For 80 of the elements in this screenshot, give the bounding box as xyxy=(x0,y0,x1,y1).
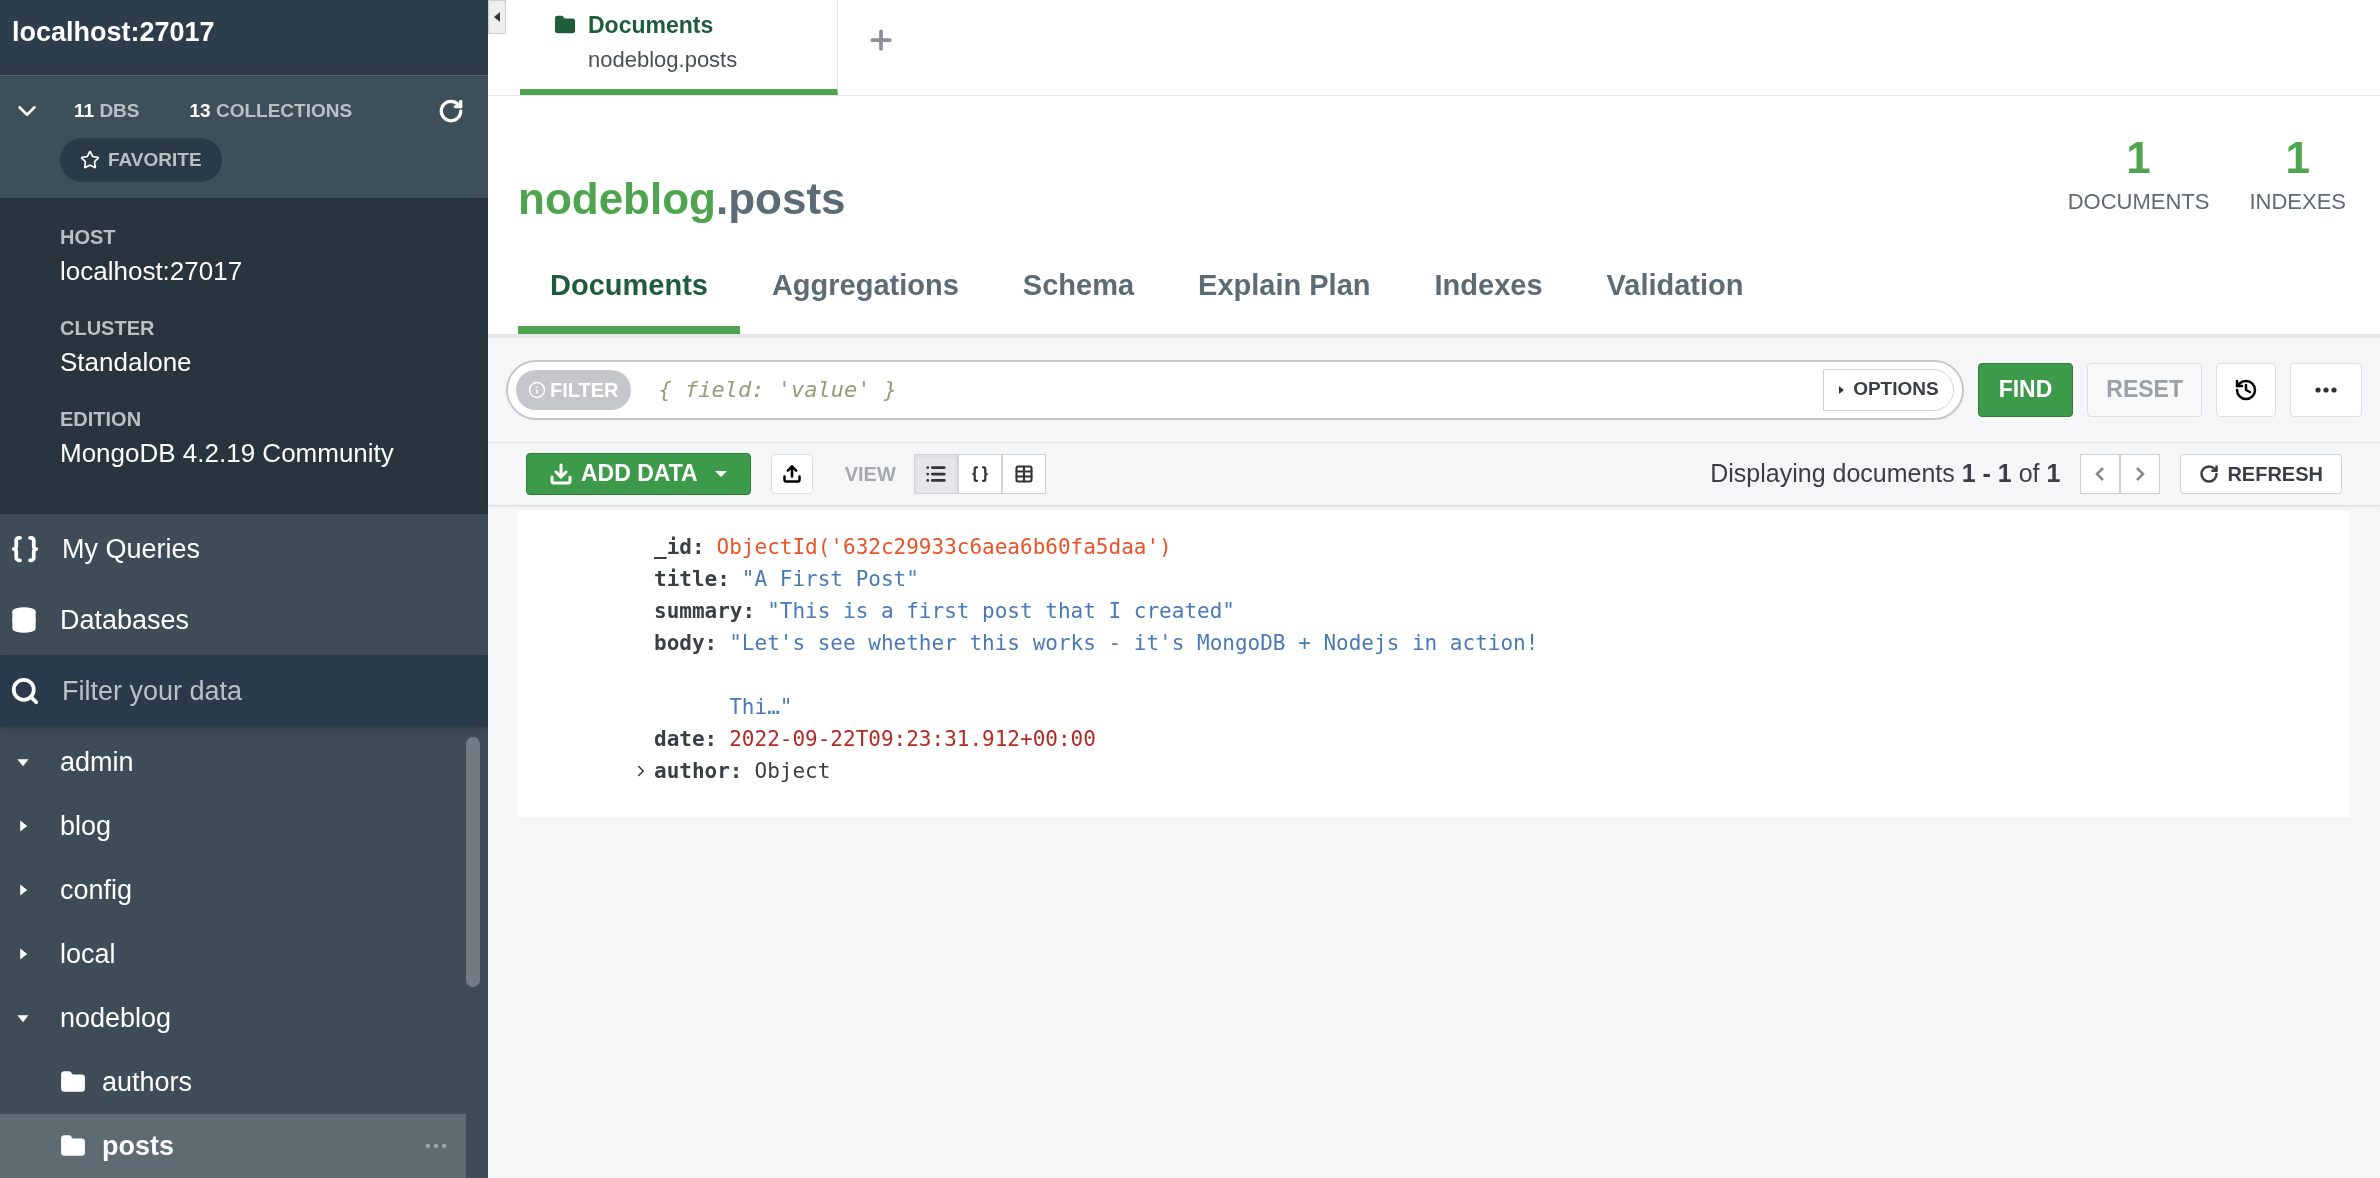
pagination-status: Displaying documents 1 - 1 of 1 xyxy=(1710,457,2061,489)
database-icon xyxy=(10,605,38,634)
field-key: summary: xyxy=(654,594,756,627)
upload-icon xyxy=(781,463,802,484)
braces-icon xyxy=(10,534,40,565)
field-key: date: xyxy=(654,722,718,755)
stat-label: 13 COLLECTIONS xyxy=(189,98,353,123)
collection-tab[interactable]: Explain Plan xyxy=(1166,254,1403,334)
field-value: Object xyxy=(754,757,831,785)
stat-label: DOCUMENTS xyxy=(2067,188,2210,216)
refresh-icon[interactable] xyxy=(438,97,464,124)
info-label: EDITION xyxy=(60,406,143,432)
field-value: ObjectId('632c29933c6aea6b60fa5daa') xyxy=(716,533,1172,561)
download-icon xyxy=(549,461,573,486)
stat-label: 11 DBS xyxy=(74,98,140,123)
nav-item[interactable]: Databases xyxy=(0,584,488,656)
info-icon xyxy=(528,380,546,399)
history-button[interactable] xyxy=(2216,362,2276,417)
filter-label: FILTER xyxy=(516,369,631,410)
table-icon xyxy=(1013,463,1034,484)
collapse-sidebar-button[interactable] xyxy=(488,0,506,34)
info-value: localhost:27017 xyxy=(60,254,244,288)
caret-down-icon xyxy=(713,469,728,478)
collection-tab[interactable]: Documents xyxy=(518,254,740,334)
favorite-button[interactable]: FAVORITE xyxy=(60,137,222,182)
star-icon xyxy=(80,149,100,170)
scrollbar-thumb[interactable] xyxy=(466,737,480,987)
database-item[interactable]: nodeblog xyxy=(0,986,466,1050)
collection-title: nodeblog.posts xyxy=(518,173,846,225)
database-item[interactable]: admin xyxy=(0,730,466,794)
filter-field[interactable]: FILTER { field: 'value' } OPTIONS xyxy=(506,359,1964,420)
field-value: "Let's see whether this works - it's MongoDB + Nodejs in action! Thi…" xyxy=(729,629,1539,721)
info-label: CLUSTER xyxy=(60,315,156,341)
field-value: "This is a first post that I created" xyxy=(767,597,1235,625)
stat-label: INDEXES xyxy=(2249,188,2346,216)
search-bar[interactable]: Filter your data xyxy=(0,655,488,727)
braces-icon xyxy=(970,464,989,483)
add-data-button[interactable]: ADD DATA xyxy=(526,452,751,495)
collection-tab[interactable]: Validation xyxy=(1574,254,1776,334)
history-icon xyxy=(2234,377,2258,402)
info-value: MongoDB 4.2.19 Community xyxy=(60,436,395,470)
collection-tab[interactable]: Aggregations xyxy=(739,254,991,334)
collection-item[interactable]: posts xyxy=(0,1114,466,1178)
folder-icon xyxy=(60,1133,86,1159)
field-key: title: xyxy=(654,562,730,595)
stat-value: 1 xyxy=(2285,132,2310,184)
view-toggle[interactable] xyxy=(957,453,1002,494)
chevron-right-icon xyxy=(2135,465,2146,482)
view-toggle[interactable] xyxy=(913,453,958,494)
database-item[interactable]: config xyxy=(0,858,466,922)
folder-icon xyxy=(60,1069,86,1095)
more-icon xyxy=(2315,386,2337,393)
collection-item[interactable]: authors xyxy=(0,1050,466,1114)
caret-left-icon xyxy=(493,11,501,23)
tab-title: Documents xyxy=(588,11,714,40)
search-icon xyxy=(10,676,40,707)
field-key: author: xyxy=(654,754,743,787)
import-button[interactable] xyxy=(770,453,813,494)
nav-item[interactable]: My Queries xyxy=(0,513,488,585)
filter-field[interactable]: Filter your data xyxy=(62,670,462,712)
info-label: HOST xyxy=(60,224,117,250)
field-key: _id: xyxy=(654,530,705,563)
database-item[interactable]: local xyxy=(0,922,466,986)
connection-title: localhost:27017 xyxy=(0,0,488,76)
refresh-icon xyxy=(2199,463,2220,484)
tab-subtitle: nodeblog.posts xyxy=(588,45,739,74)
field-value: "A First Post" xyxy=(741,565,919,593)
chevron-left-icon xyxy=(2095,465,2106,482)
view-label: VIEW xyxy=(844,461,896,487)
caret-right-icon xyxy=(1838,384,1846,395)
collection-tab[interactable]: Schema xyxy=(990,254,1167,334)
field-key: body: xyxy=(654,626,718,659)
find-button[interactable]: FIND xyxy=(1977,362,2074,417)
view-toggle[interactable] xyxy=(1001,453,1046,494)
refresh-button[interactable]: REFRESH xyxy=(2180,453,2342,494)
database-item[interactable]: blog xyxy=(0,794,466,858)
stat-value: 1 xyxy=(2126,132,2151,184)
collection-tab[interactable]: Indexes xyxy=(1402,254,1575,334)
info-value: Standalone xyxy=(60,345,193,379)
field-value: 2022-09-22T09:23:31.912+00:00 xyxy=(729,725,1096,753)
